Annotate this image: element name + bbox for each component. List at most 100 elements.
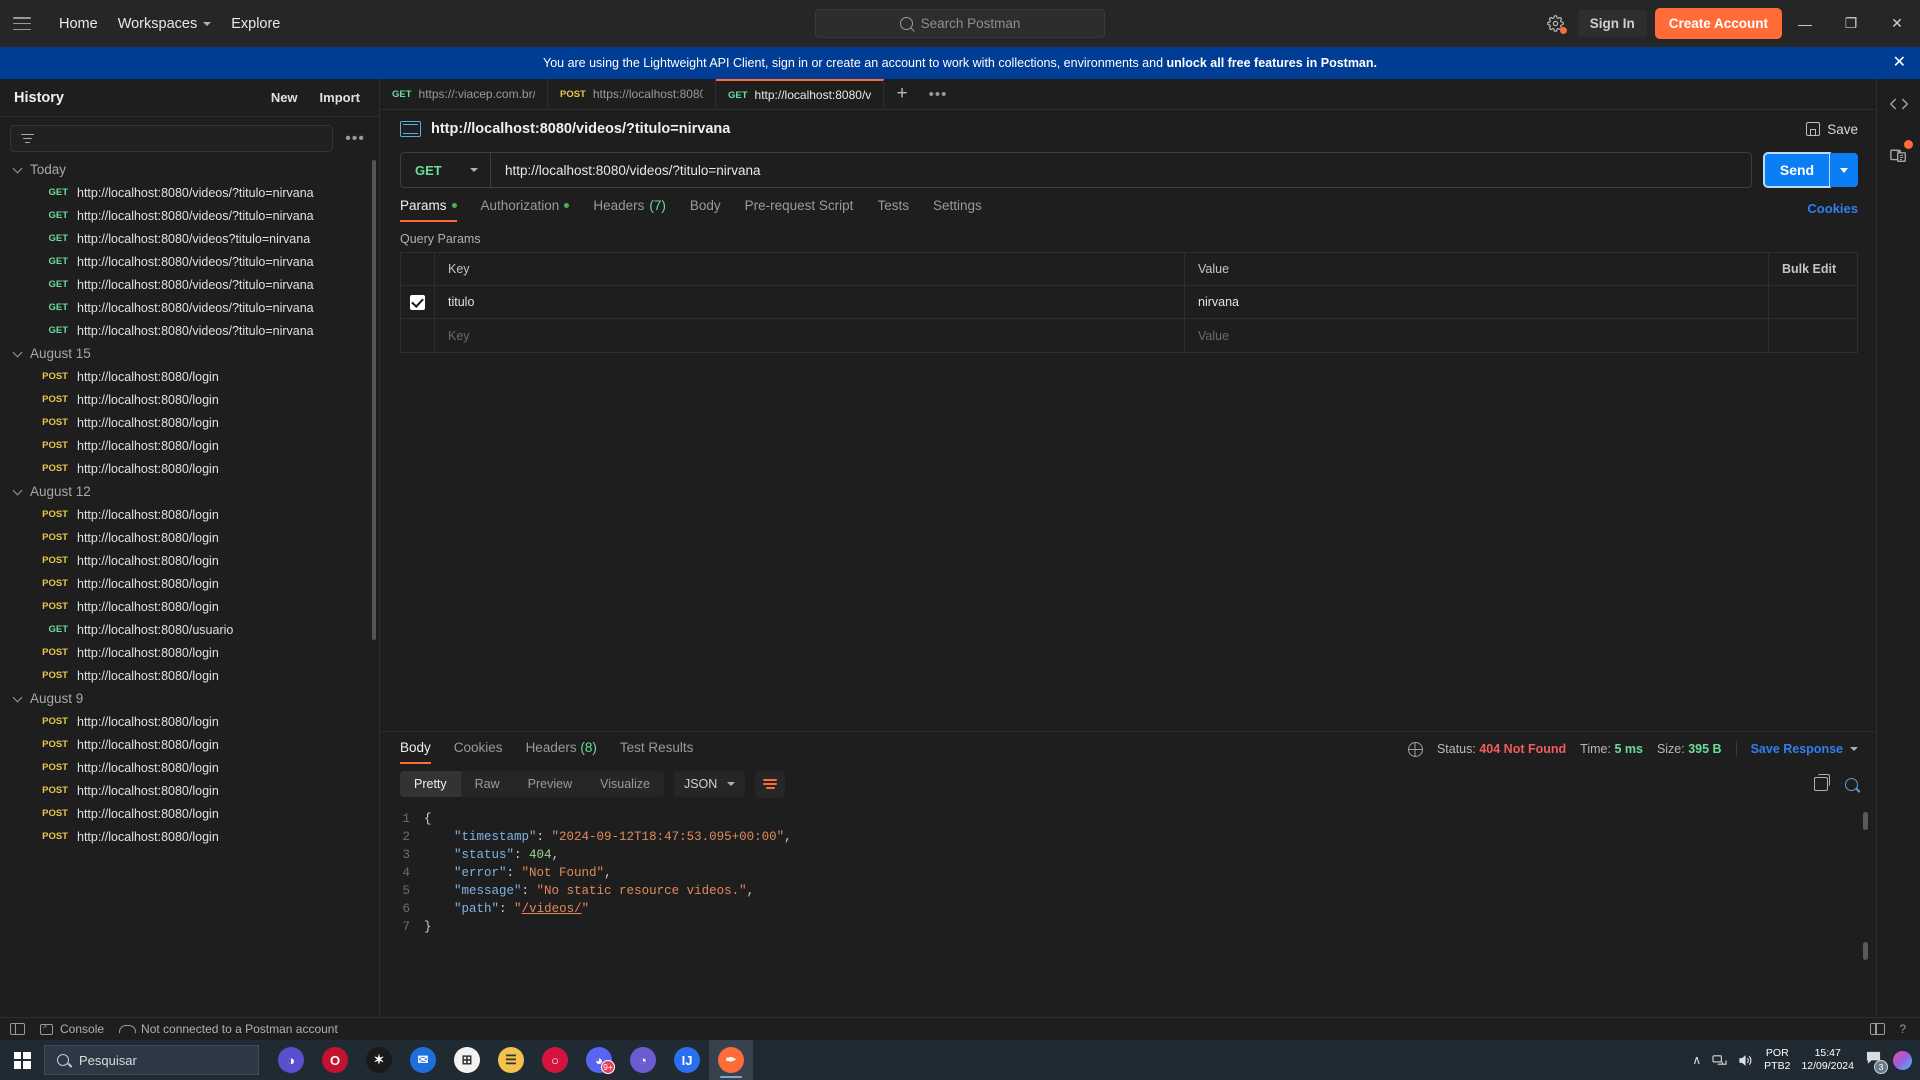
console-button[interactable]: Console: [40, 1022, 104, 1036]
view-mode-raw[interactable]: Raw: [461, 771, 514, 797]
network-icon[interactable]: [1712, 1054, 1727, 1067]
request-title[interactable]: http://localhost:8080/videos/?titulo=nir…: [431, 121, 730, 137]
list-item[interactable]: POST http://localhost:8080/login: [2, 664, 379, 687]
list-item[interactable]: POST http://localhost:8080/login: [2, 595, 379, 618]
list-item[interactable]: POST http://localhost:8080/login: [2, 434, 379, 457]
request-tab[interactable]: GET https://:viacep.com.br/ws: [380, 79, 548, 109]
param-enabled-checkbox[interactable]: [410, 294, 425, 310]
clock[interactable]: 15:47 12/09/2024: [1801, 1047, 1854, 1073]
request-tab[interactable]: GET http://localhost:8080/vid: [716, 79, 884, 109]
window-close-button[interactable]: ✕: [1874, 0, 1920, 47]
collection-icon[interactable]: [1887, 140, 1913, 165]
request-tab[interactable]: POST https://localhost:8080/v: [548, 79, 716, 109]
taskbar-app-microsoft-store[interactable]: ⊞: [445, 1040, 489, 1080]
nav-home[interactable]: Home: [49, 11, 108, 37]
new-param-value-input[interactable]: Value: [1185, 319, 1769, 352]
wrap-lines-icon[interactable]: [755, 770, 786, 798]
copilot-pro-icon[interactable]: [1893, 1050, 1912, 1070]
list-item[interactable]: POST http://localhost:8080/login: [2, 457, 379, 480]
code-snippet-icon[interactable]: [1887, 93, 1911, 115]
new-button[interactable]: New: [262, 85, 307, 110]
list-item[interactable]: GET http://localhost:8080/videos/?titulo=…: [2, 250, 379, 273]
list-item[interactable]: GET http://localhost:8080/videos/?titulo=…: [2, 273, 379, 296]
window-maximize-button[interactable]: ❐: [1828, 0, 1874, 47]
nav-workspaces[interactable]: Workspaces: [108, 11, 222, 37]
list-item[interactable]: POST http://localhost:8080/login: [2, 365, 379, 388]
new-param-key-input[interactable]: Key: [435, 319, 1185, 352]
list-item[interactable]: POST http://localhost:8080/login: [2, 549, 379, 572]
taskbar-app-postman[interactable]: ✒: [709, 1040, 753, 1080]
list-item[interactable]: POST http://localhost:8080/login: [2, 388, 379, 411]
history-list[interactable]: Today GET http://localhost:8080/videos/?ti…: [0, 158, 379, 1017]
list-item[interactable]: POST http://localhost:8080/login: [2, 756, 379, 779]
taskbar-app-file-explorer[interactable]: ☰: [489, 1040, 533, 1080]
create-account-button[interactable]: Create Account: [1654, 8, 1782, 39]
response-tab-cookies[interactable]: Cookies: [454, 734, 503, 764]
hamburger-icon[interactable]: [13, 17, 31, 30]
nav-explore[interactable]: Explore: [221, 11, 290, 37]
taskbar-app-discord[interactable]: ◕ 9+: [577, 1040, 621, 1080]
help-icon[interactable]: ?: [1899, 1022, 1906, 1036]
list-item[interactable]: POST http://localhost:8080/login: [2, 825, 379, 848]
new-tab-button[interactable]: +: [884, 79, 920, 109]
tabbar-more-icon[interactable]: •••: [920, 79, 956, 109]
search-icon[interactable]: [1845, 777, 1858, 791]
tab-tests[interactable]: Tests: [877, 194, 923, 222]
taskbar-app-opera[interactable]: O: [313, 1040, 357, 1080]
cookies-link[interactable]: Cookies: [1807, 201, 1858, 216]
account-status[interactable]: Not connected to a Postman account: [119, 1022, 338, 1036]
list-item[interactable]: POST http://localhost:8080/login: [2, 503, 379, 526]
save-request-button[interactable]: Save: [1806, 122, 1858, 137]
settings-button[interactable]: [1537, 15, 1574, 34]
list-item[interactable]: POST http://localhost:8080/login: [2, 802, 379, 825]
history-group-header[interactable]: August 12: [2, 480, 379, 503]
taskbar-app-media-player[interactable]: ◔: [621, 1040, 665, 1080]
list-item[interactable]: GET http://localhost:8080/videos/?titulo=…: [2, 296, 379, 319]
response-scrollbar-top[interactable]: [1863, 812, 1868, 830]
view-mode-preview[interactable]: Preview: [514, 771, 586, 797]
volume-icon[interactable]: [1738, 1054, 1753, 1067]
tab-authorization[interactable]: Authorization: [481, 194, 584, 222]
sidebar-more-options-icon[interactable]: •••: [339, 130, 371, 146]
copy-icon[interactable]: [1814, 774, 1830, 791]
window-minimize-button[interactable]: —: [1782, 0, 1828, 47]
list-item[interactable]: POST http://localhost:8080/login: [2, 641, 379, 664]
send-button[interactable]: Send: [1763, 152, 1831, 188]
history-group-header[interactable]: Today: [2, 158, 379, 181]
response-format-select[interactable]: JSON: [673, 771, 746, 797]
sidebar-toggle-icon[interactable]: [10, 1023, 25, 1035]
save-response-button[interactable]: Save Response: [1751, 742, 1858, 756]
list-item[interactable]: GET http://localhost:8080/videos/?titulo=…: [2, 204, 379, 227]
send-options-button[interactable]: [1830, 153, 1858, 187]
list-item[interactable]: GET http://localhost:8080/usuario: [2, 618, 379, 641]
taskbar-app-mail[interactable]: ✉: [401, 1040, 445, 1080]
history-filter-input[interactable]: [10, 125, 334, 152]
global-search-input[interactable]: Search Postman: [815, 9, 1105, 38]
list-item[interactable]: POST http://localhost:8080/login: [2, 733, 379, 756]
http-method-select[interactable]: GET: [401, 153, 491, 187]
windows-start-icon[interactable]: [0, 1051, 44, 1069]
taskbar-app-intellij-idea[interactable]: IJ: [665, 1040, 709, 1080]
list-item[interactable]: POST http://localhost:8080/login: [2, 779, 379, 802]
request-url-input[interactable]: http://localhost:8080/videos/?titulo=nir…: [491, 163, 1751, 178]
response-tab-body[interactable]: Body: [400, 734, 431, 764]
notifications-button[interactable]: 3: [1865, 1050, 1888, 1074]
tab-settings[interactable]: Settings: [933, 194, 996, 222]
taskbar-app-opera-browser[interactable]: ○: [533, 1040, 577, 1080]
tab-body[interactable]: Body: [690, 194, 735, 222]
view-mode-visualize[interactable]: Visualize: [586, 771, 664, 797]
view-mode-pretty[interactable]: Pretty: [400, 771, 461, 797]
param-key-input[interactable]: titulo: [435, 286, 1185, 318]
list-item[interactable]: GET http://localhost:8080/videos?titulo=n…: [2, 227, 379, 250]
tab-headers[interactable]: Headers (7): [593, 194, 680, 222]
list-item[interactable]: POST http://localhost:8080/login: [2, 411, 379, 434]
sign-in-button[interactable]: Sign In: [1577, 10, 1647, 37]
param-value-input[interactable]: nirvana: [1185, 286, 1769, 318]
banner-close-icon[interactable]: ✕: [1893, 55, 1906, 71]
list-item[interactable]: POST http://localhost:8080/login: [2, 526, 379, 549]
list-item[interactable]: POST http://localhost:8080/login: [2, 572, 379, 595]
window-layout-icon[interactable]: [1870, 1023, 1886, 1035]
language-indicator[interactable]: POR PTB2: [1764, 1047, 1790, 1073]
tray-expand-icon[interactable]: ∧: [1692, 1053, 1701, 1067]
list-item[interactable]: GET http://localhost:8080/videos/?titulo=…: [2, 181, 379, 204]
